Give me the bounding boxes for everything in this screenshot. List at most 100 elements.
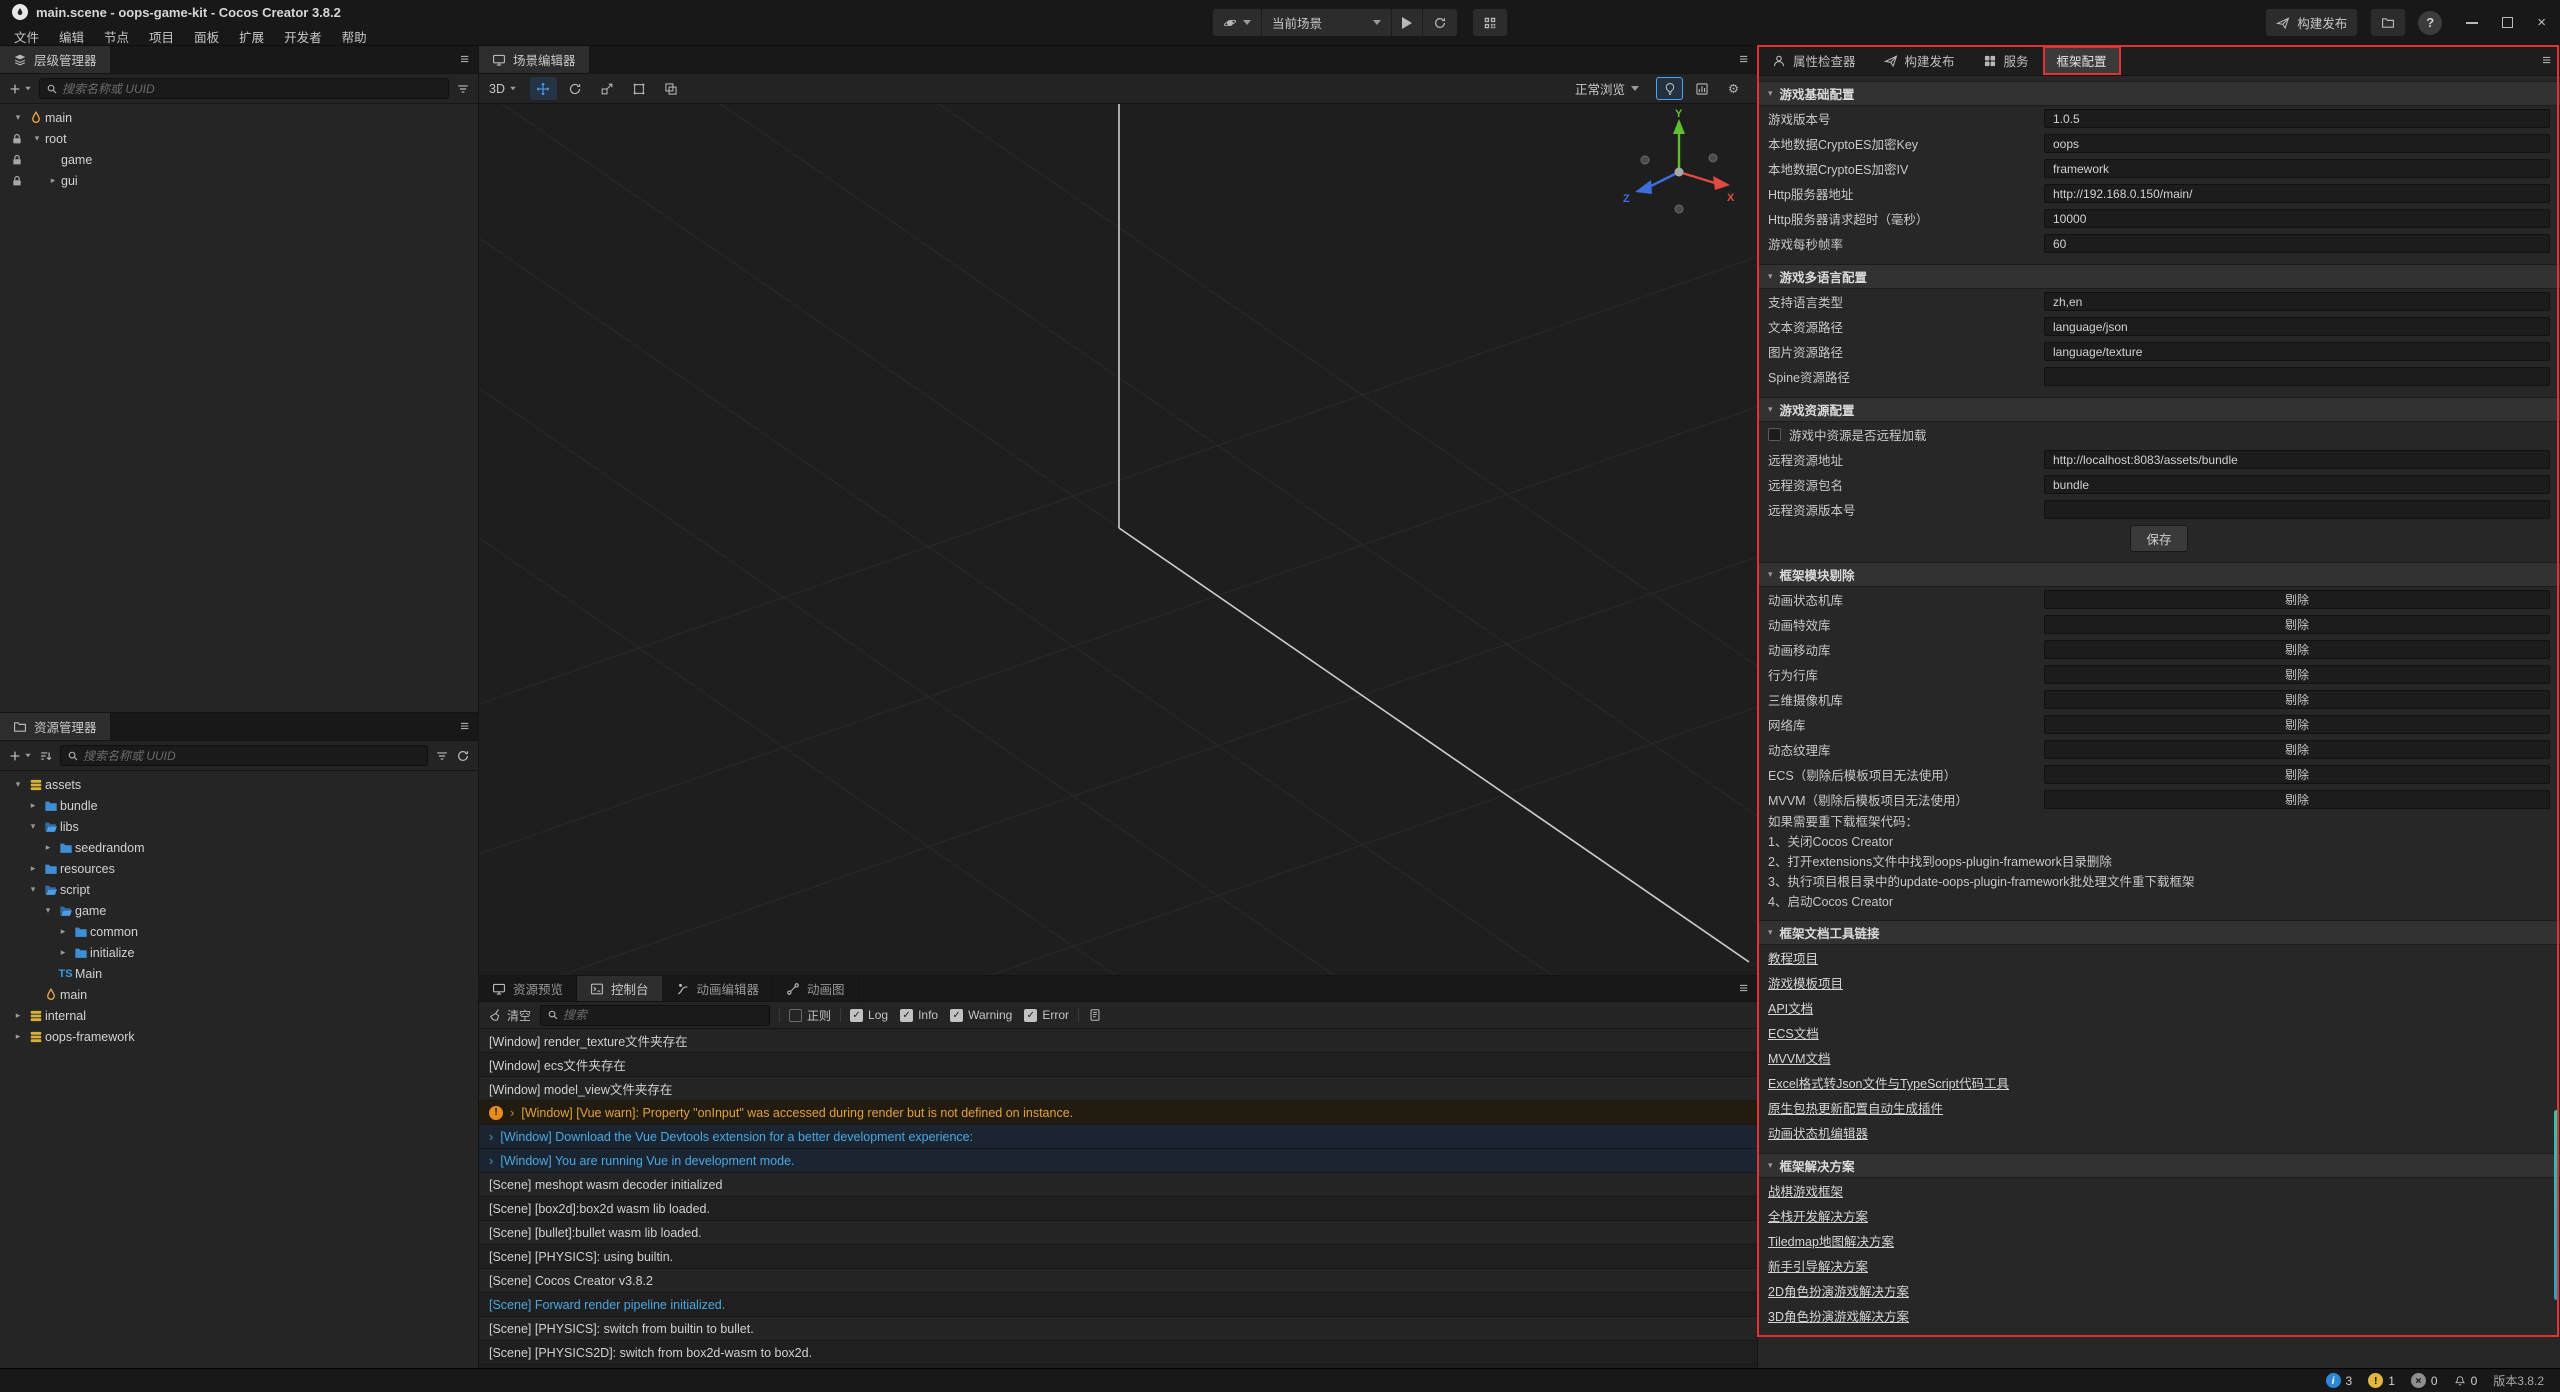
asset-node-internal[interactable]: ▸internal [0,1005,478,1026]
menu-item-1[interactable]: 编辑 [49,25,94,48]
tab-config-服务[interactable]: 服务 [1969,46,2043,75]
log-row-10[interactable]: [Scene] Cocos Creator v3.8.2 [479,1269,1757,1293]
tab-hierarchy[interactable]: 层级管理器 [0,46,111,73]
console-filter-log[interactable]: ✓Log [850,1008,888,1022]
doc-link-3D角色扮演游戏解决方案[interactable]: 3D角色扮演游戏解决方案 [1768,1306,1909,1325]
scrollbar-thumb[interactable] [2554,1110,2559,1300]
hierarchy-create-button[interactable] [8,82,32,96]
asset-node-game[interactable]: ▾game [0,900,478,921]
doc-link-教程项目[interactable]: 教程项目 [1768,948,1818,967]
field-input-0-0[interactable] [2044,109,2550,128]
assets-create-button[interactable] [8,749,32,763]
field-input-1-1[interactable] [2044,317,2550,336]
status-notification-counter[interactable]: 0 [2454,1374,2478,1388]
checkbox-warning[interactable]: ✓ [950,1009,963,1022]
field-input-1-3[interactable] [2044,367,2550,386]
asset-node-oops-framework[interactable]: ▸oops-framework [0,1026,478,1047]
lighting-toggle-button[interactable] [1656,77,1683,100]
doc-link-动画状态机编辑器[interactable]: 动画状态机编辑器 [1768,1123,1868,1142]
tab-console-控制台[interactable]: 控制台 [577,976,663,1001]
section-header-游戏多语言配置[interactable]: ▾游戏多语言配置 [1758,264,2560,289]
asset-node-bundle[interactable]: ▸bundle [0,795,478,816]
scene-stats-button[interactable] [1688,77,1715,100]
menu-item-5[interactable]: 扩展 [229,25,274,48]
asset-node-main[interactable]: main [0,984,478,1005]
assets-sort-button[interactable] [39,749,53,763]
scale-tool-button[interactable] [594,77,621,100]
log-row-3[interactable]: !›[Window] [Vue warn]: Property "onInput… [479,1101,1757,1125]
menu-item-4[interactable]: 面板 [184,25,229,48]
scene-3d-toggle[interactable]: 3D [489,82,517,96]
tab-assets[interactable]: 资源管理器 [0,713,111,740]
log-row-8[interactable]: [Scene] [bullet]:bullet wasm lib loaded. [479,1221,1757,1245]
field-input-0-1[interactable] [2044,134,2550,153]
menu-item-0[interactable]: 文件 [4,25,49,48]
menu-item-3[interactable]: 项目 [139,25,184,48]
asset-node-common[interactable]: ▸common [0,921,478,942]
log-row-1[interactable]: [Window] ecs文件夹存在 [479,1053,1757,1077]
chevron-right-icon[interactable]: ▸ [25,863,41,874]
log-row-2[interactable]: [Window] model_view文件夹存在 [479,1077,1757,1101]
expand-chevron-icon[interactable]: › [489,1130,493,1143]
restart-button[interactable] [1423,9,1457,36]
remove-module-button[interactable]: 剔除 [2044,740,2550,759]
menu-item-2[interactable]: 节点 [94,25,139,48]
tab-console-动画编辑器[interactable]: 动画编辑器 [663,976,774,1001]
rect-tool-button[interactable] [626,77,653,100]
console-filter-error[interactable]: ✓Error [1024,1008,1069,1022]
assets-filter-icon[interactable] [435,749,449,763]
doc-link-战棋游戏框架[interactable]: 战棋游戏框架 [1768,1181,1843,1200]
console-collapse-icon[interactable] [1088,1008,1102,1022]
log-row-11[interactable]: [Scene] Forward render pipeline initiali… [479,1293,1757,1317]
chevron-right-icon[interactable]: ▸ [55,926,71,937]
remove-module-button[interactable]: 剔除 [2044,615,2550,634]
field-input-1-0[interactable] [2044,292,2550,311]
hierarchy-search-input[interactable] [62,82,442,96]
asset-node-resources[interactable]: ▸resources [0,858,478,879]
console-filter-warning[interactable]: ✓Warning [950,1008,1012,1022]
section-header-框架解决方案[interactable]: ▾框架解决方案 [1758,1153,2560,1178]
log-row-9[interactable]: [Scene] [PHYSICS]: using builtin. [479,1245,1757,1269]
field-input-2-1[interactable] [2044,475,2550,494]
remove-module-button[interactable]: 剔除 [2044,640,2550,659]
preview-device-select[interactable] [1213,9,1262,36]
chevron-right-icon[interactable]: ▸ [10,1010,26,1021]
remove-module-button[interactable]: 剔除 [2044,790,2550,809]
field-input-0-3[interactable] [2044,184,2550,203]
field-input-0-2[interactable] [2044,159,2550,178]
help-button[interactable]: ? [2418,11,2442,35]
doc-link-ECS文档[interactable]: ECS文档 [1768,1023,1819,1042]
log-row-6[interactable]: [Scene] meshopt wasm decoder initialized [479,1173,1757,1197]
field-input-2-2[interactable] [2044,500,2550,519]
chevron-down-icon[interactable]: ▾ [25,821,41,832]
chevron-down-icon[interactable]: ▾ [10,779,26,790]
doc-link-Excel格式转Json文件与TypeScript代码工具[interactable]: Excel格式转Json文件与TypeScript代码工具 [1768,1073,2009,1092]
view-mode-select[interactable]: 正常浏览 [1575,79,1639,98]
move-tool-button[interactable] [530,77,557,100]
hierarchy-node-root[interactable]: ▾root [0,128,478,149]
remove-module-button[interactable]: 剔除 [2044,665,2550,684]
log-row-12[interactable]: [Scene] [PHYSICS]: switch from builtin t… [479,1317,1757,1341]
orientation-gizmo[interactable]: Y X Z [1619,108,1739,228]
console-regex-checkbox[interactable]: 正则 [789,1007,831,1024]
field-input-2-0[interactable] [2044,450,2550,469]
hierarchy-node-main[interactable]: ▾main [0,107,478,128]
doc-link-2D角色扮演游戏解决方案[interactable]: 2D角色扮演游戏解决方案 [1768,1281,1909,1300]
chevron-right-icon[interactable]: ▸ [45,175,61,186]
field-input-0-5[interactable] [2044,234,2550,253]
tab-config-框架配置[interactable]: 框架配置 [2043,46,2121,75]
status-info-counter[interactable]: i3 [2326,1373,2353,1388]
section-header-游戏基础配置[interactable]: ▾游戏基础配置 [1758,81,2560,106]
open-project-folder-button[interactable] [2370,8,2406,37]
console-search-input[interactable] [563,1008,763,1022]
save-button[interactable]: 保存 [2130,525,2187,552]
scene-menu-icon[interactable]: ≡ [1739,46,1748,73]
expand-chevron-icon[interactable]: › [510,1106,514,1119]
tab-scene-editor[interactable]: 场景编辑器 [479,46,590,73]
chevron-right-icon[interactable]: ▸ [40,842,56,853]
play-button[interactable] [1392,9,1423,36]
section-header-框架模块剔除[interactable]: ▾框架模块剔除 [1758,562,2560,587]
build-publish-button[interactable]: 构建发布 [2265,8,2358,37]
tab-console-资源预览[interactable]: 资源预览 [479,976,577,1001]
tab-config-构建发布[interactable]: 构建发布 [1870,46,1969,75]
